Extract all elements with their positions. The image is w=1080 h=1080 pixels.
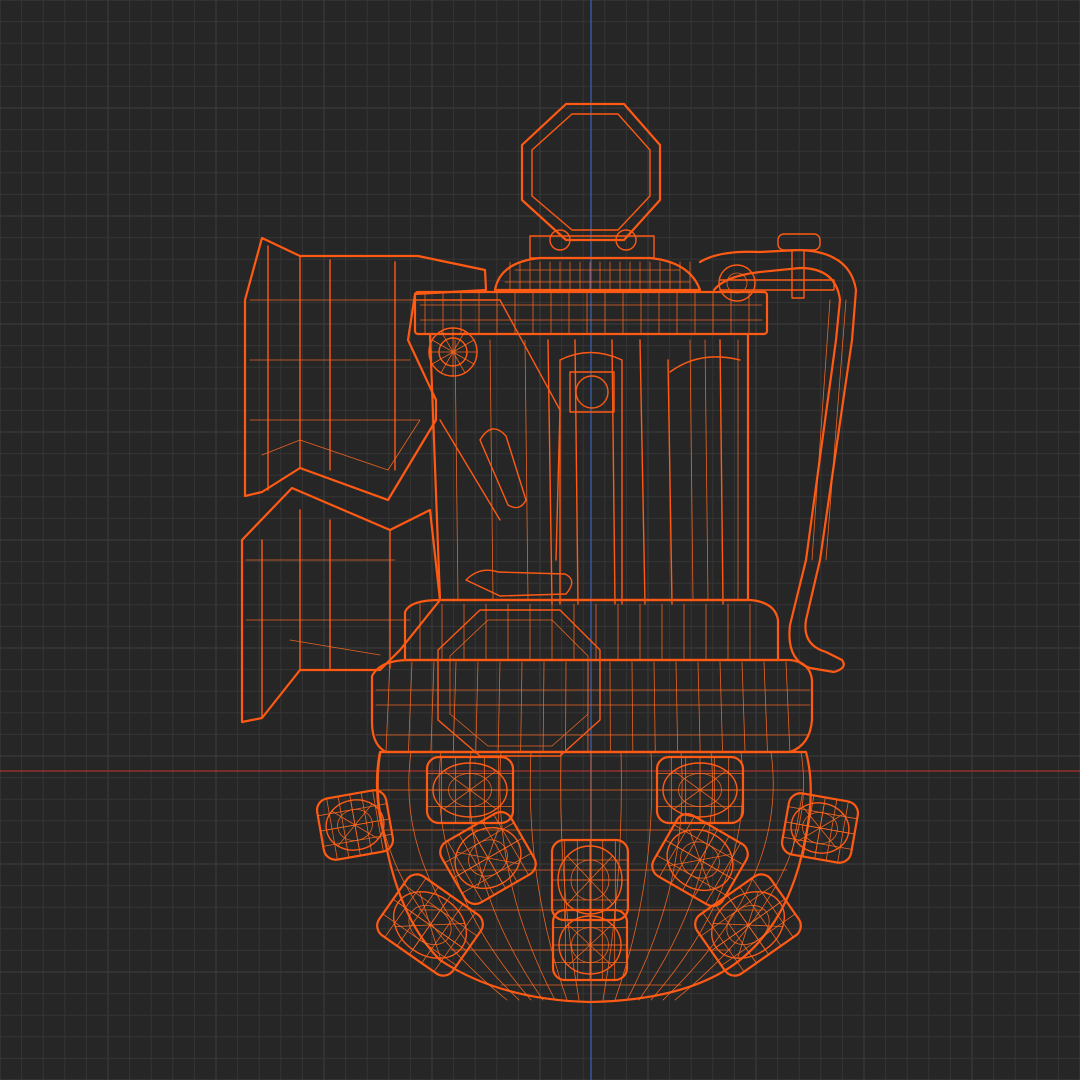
3d-viewport[interactable] [0,0,1080,1080]
viewport-grid [0,0,1080,1080]
bottom-dome [375,750,812,1004]
side-studs [315,755,860,982]
stud [780,792,860,864]
wireframe-model-grenade[interactable] [240,102,860,1004]
lower-ring [370,598,814,757]
viewport-canvas[interactable] [0,0,1080,1080]
side-armor-plate [240,236,488,724]
stud [694,873,802,977]
stud [651,812,749,908]
stud [550,838,630,922]
